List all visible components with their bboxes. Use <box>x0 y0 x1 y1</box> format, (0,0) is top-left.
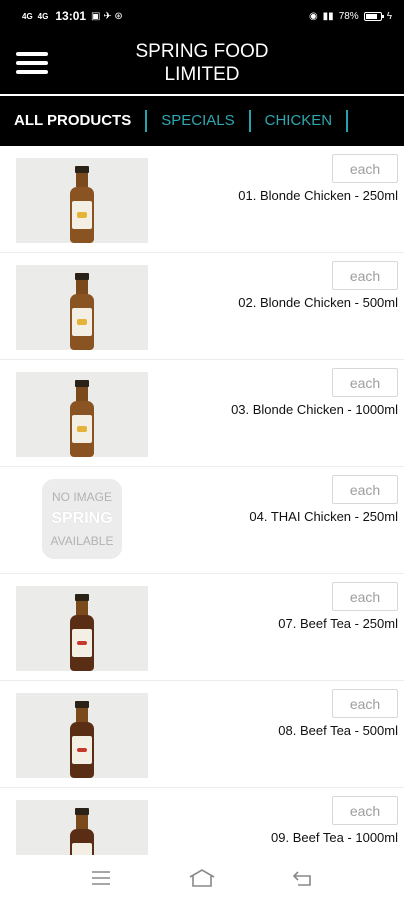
tab-specials[interactable]: SPECIALS <box>147 110 251 132</box>
hamburger-menu-icon[interactable] <box>16 52 48 74</box>
product-row[interactable]: each 01. Blonde Chicken - 250ml <box>0 146 404 253</box>
sauce-bottle-icon <box>70 701 94 778</box>
unit-button[interactable]: each <box>332 154 398 183</box>
app-title-line2: LIMITED <box>164 64 240 85</box>
unit-button[interactable]: each <box>332 582 398 611</box>
back-icon[interactable] <box>288 866 318 890</box>
product-image <box>16 158 148 243</box>
app-header: SPRING FOOD LIMITED <box>0 32 404 94</box>
product-name: 08. Beef Tea - 500ml <box>278 723 398 738</box>
unit-button[interactable]: each <box>332 475 398 504</box>
system-nav-bar <box>0 855 404 900</box>
tab-all-products[interactable]: ALL PRODUCTS <box>0 110 148 132</box>
product-image <box>16 586 148 671</box>
product-name: 03. Blonde Chicken - 1000ml <box>231 402 398 417</box>
app-title-line1: SPRING FOOD <box>135 41 269 62</box>
sauce-bottle-icon <box>70 380 94 457</box>
tab-chicken[interactable]: CHICKEN <box>251 110 349 132</box>
product-name: 09. Beef Tea - 1000ml <box>271 830 398 845</box>
sauce-bottle-icon <box>70 273 94 350</box>
no-image-placeholder: NO IMAGE SPRING AVAILABLE <box>42 479 122 559</box>
product-name: 01. Blonde Chicken - 250ml <box>238 188 398 203</box>
category-tabs: ALL PRODUCTS SPECIALS CHICKEN <box>0 96 404 146</box>
signal-icon-2: 4G <box>37 11 49 21</box>
product-name: 04. THAI Chicken - 250ml <box>249 509 398 524</box>
product-list: each 01. Blonde Chicken - 250ml each 02.… <box>0 146 404 895</box>
battery-percent: 78% <box>338 10 359 22</box>
clock: 13:01 <box>55 9 87 23</box>
no-image-available-text: AVAILABLE <box>50 534 114 548</box>
product-image <box>16 693 148 778</box>
product-name: 02. Blonde Chicken - 500ml <box>238 295 398 310</box>
no-image-text: NO IMAGE <box>51 490 112 504</box>
battery-icon <box>363 11 384 21</box>
no-image-brand: SPRING <box>51 510 113 527</box>
signal-bars-icon: ▮▮ <box>322 10 334 22</box>
product-row[interactable]: each 08. Beef Tea - 500ml <box>0 681 404 788</box>
signal-icon: 4G <box>22 11 33 21</box>
status-bar: 4G 4G 13:01 ▣ ✈ ⊛ ◉ ▮▮ 78% ϟ <box>0 0 404 32</box>
unit-button[interactable]: each <box>332 689 398 718</box>
app-title: SPRING FOOD LIMITED <box>100 40 304 86</box>
product-row[interactable]: each 07. Beef Tea - 250ml <box>0 574 404 681</box>
product-row[interactable]: NO IMAGE SPRING AVAILABLE each 04. THAI … <box>0 467 404 574</box>
menu-icon[interactable] <box>86 866 116 890</box>
sauce-bottle-icon <box>70 594 94 671</box>
unit-button[interactable]: each <box>332 796 398 825</box>
unit-button[interactable]: each <box>332 368 398 397</box>
product-row[interactable]: each 02. Blonde Chicken - 500ml <box>0 253 404 360</box>
product-image <box>16 372 148 457</box>
notification-icon: ▣ ✈ ⊛ <box>91 10 123 22</box>
eye-icon: ◉ <box>308 10 318 22</box>
product-name: 07. Beef Tea - 250ml <box>278 616 398 631</box>
home-icon[interactable] <box>187 866 217 890</box>
sauce-bottle-icon <box>70 166 94 243</box>
unit-button[interactable]: each <box>332 261 398 290</box>
product-row[interactable]: each 03. Blonde Chicken - 1000ml <box>0 360 404 467</box>
charging-icon: ϟ <box>386 10 392 22</box>
product-image <box>16 265 148 350</box>
